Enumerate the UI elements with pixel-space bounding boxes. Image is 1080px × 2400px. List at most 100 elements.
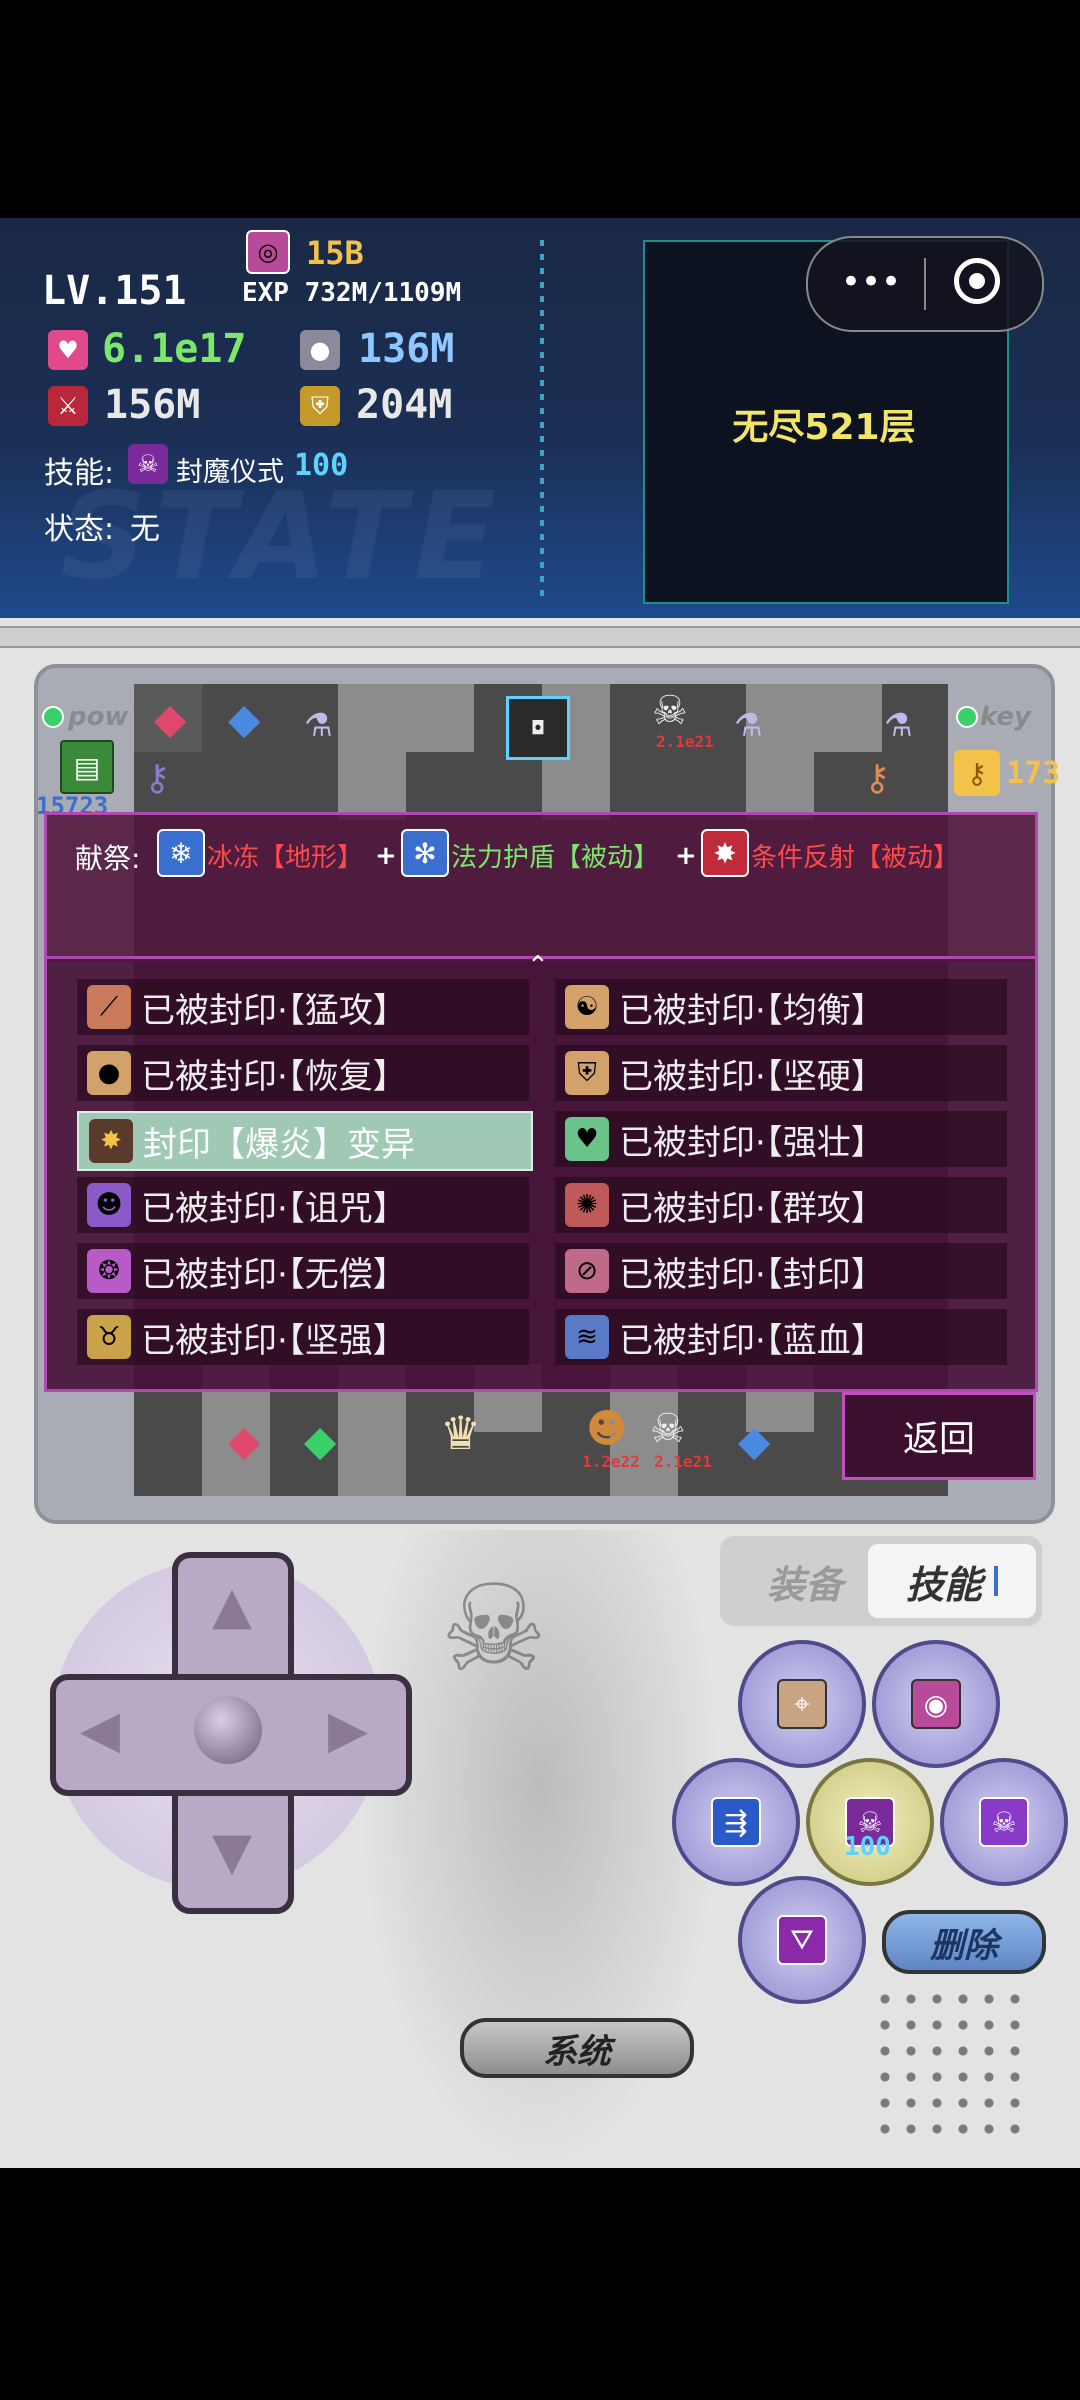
hero-sprite: ♛	[440, 1406, 482, 1460]
explosion-icon: ✸	[89, 1119, 133, 1163]
skeleton-icon: ☠	[652, 688, 688, 734]
delete-button[interactable]: 删除	[882, 1910, 1046, 1974]
arrow-left-icon[interactable]: ◀	[70, 1700, 130, 1760]
monster-damage-label: 2.1e21	[656, 732, 714, 751]
balance-icon: ☯	[565, 985, 609, 1029]
demon-icon: ☻	[87, 1183, 131, 1227]
skill-slot-label: 已被封印·【无偿】	[141, 1254, 407, 1295]
apple-icon: ●	[87, 1051, 131, 1095]
sword-icon: ⚔	[48, 386, 88, 426]
shield-stat-icon: ⛨	[300, 386, 340, 426]
skill-name: 封魔仪式	[176, 457, 284, 488]
tribute-panel: 献祭: ❄ 冰冻【地形】 + ✻ 法力护盾【被动】 + ✸ 条件反射【被动】	[44, 812, 1038, 962]
tab-equipment[interactable]: 装备	[740, 1546, 870, 1616]
run-icon: ⇶	[711, 1797, 761, 1847]
skill-value: 100	[294, 448, 349, 483]
green-gem-icon: ◆	[304, 1416, 337, 1465]
skill-slot[interactable]: ♥ 已被封印·【强壮】	[555, 1111, 1007, 1167]
skill-slot[interactable]: ⛨ 已被封印·【坚硬】	[555, 1045, 1007, 1101]
tribute-item-2: 法力护盾【被动】	[451, 843, 660, 873]
dpad-center	[194, 1696, 262, 1764]
red-gem-icon-2: ◆	[228, 1416, 261, 1465]
skill-slot[interactable]: ≋ 已被封印·【蓝血】	[555, 1309, 1007, 1365]
gem-icon: ◎	[246, 230, 290, 274]
stairs-icon: ◘	[506, 696, 570, 760]
skill-slot-label: 已被封印·【坚强】	[141, 1320, 407, 1361]
back-button[interactable]: 返回	[842, 1392, 1036, 1480]
arrow-right-icon[interactable]: ▶	[318, 1700, 378, 1760]
ward-skill-button[interactable]: ⛛	[738, 1876, 866, 2004]
potion-icon: ⚗	[304, 706, 333, 744]
skill-slot[interactable]: ❂ 已被封印·【无偿】	[77, 1243, 529, 1299]
rune-icon: ❂	[87, 1249, 131, 1293]
skill-slot[interactable]: ⊘ 已被封印·【封印】	[555, 1243, 1007, 1299]
key-label: key	[980, 702, 1031, 732]
blue-key-icon: ⚷	[144, 758, 171, 799]
skill-label: 技能:	[44, 456, 115, 491]
skill-slot[interactable]: ♉ 已被封印·【坚强】	[77, 1309, 529, 1365]
gem-count: 15B	[306, 234, 364, 272]
tab-skill-label: 技能	[905, 1562, 982, 1607]
beast-skill-button[interactable]: ☠	[940, 1758, 1068, 1886]
frame-rail	[0, 626, 1080, 648]
def-value: 204M	[356, 382, 453, 428]
mana-shield-icon: ✻	[401, 829, 449, 877]
skill-slot-selected[interactable]: ✸ 封印【爆炎】变异	[77, 1111, 533, 1171]
level: LV.151	[42, 268, 187, 314]
capsule-divider	[924, 258, 926, 310]
arrow-down-icon[interactable]: ▼	[202, 1822, 262, 1882]
detect-skill-button[interactable]: ⌖	[738, 1640, 866, 1768]
yellow-key-count: 173	[1006, 756, 1061, 791]
skill-slot-label: 封印【爆炎】变异	[143, 1124, 415, 1165]
close-icon[interactable]	[954, 258, 1000, 304]
plus-sign-2: +	[675, 841, 697, 871]
arrow-up-icon[interactable]: ▲	[202, 1576, 262, 1636]
demon-seal-icon: ☠	[128, 444, 168, 484]
horns-icon: ♉	[87, 1315, 131, 1359]
skill-slot-label: 已被封印·【蓝血】	[619, 1320, 885, 1361]
wave-icon: ≋	[565, 1315, 609, 1359]
skill-slot-label: 已被封印·【诅咒】	[141, 1188, 407, 1229]
skeleton-icon-2: ☠	[650, 1406, 686, 1452]
skill-slot[interactable]: ☻ 已被封印·【诅咒】	[77, 1177, 529, 1233]
tribute-item-1: 冰冻【地形】	[207, 843, 364, 873]
eye-skill-button[interactable]: ◉	[872, 1640, 1000, 1768]
run-skill-button[interactable]: ⇶	[672, 1758, 800, 1886]
divider	[540, 240, 544, 600]
beast-icon: ☠	[979, 1797, 1029, 1847]
tab-skill[interactable]: 技能	[868, 1544, 1036, 1618]
snowflake-icon: ❄	[157, 829, 205, 877]
shield-icon: ⛨	[565, 1051, 609, 1095]
claw-icon: ⟋	[87, 985, 131, 1029]
endless-floor: 无尽521层	[732, 407, 916, 448]
forbid-icon: ⊘	[565, 1249, 609, 1293]
tab-active-marker	[994, 1566, 998, 1596]
tribute-label: 献祭:	[75, 842, 141, 875]
book-icon[interactable]: ▤	[60, 740, 114, 794]
atk-value: 156M	[104, 382, 201, 428]
yellow-key-icon: ⚷	[954, 750, 1000, 796]
skill-slot[interactable]: ● 已被封印·【恢复】	[77, 1045, 529, 1101]
more-icon[interactable]: •••	[836, 260, 906, 304]
skill-slot-label: 已被封印·【强壮】	[619, 1122, 885, 1163]
heart-icon: ♥	[48, 330, 88, 370]
mummy-icon: ☻	[586, 1406, 628, 1452]
collapse-arrow-icon[interactable]: ⌃	[527, 951, 549, 981]
seal-skill-button[interactable]: ☠ 100	[806, 1758, 934, 1886]
skill-slot[interactable]: ☯ 已被封印·【均衡】	[555, 979, 1007, 1035]
plus-sign: +	[375, 841, 397, 871]
skill-slot-label: 已被封印·【均衡】	[619, 990, 885, 1031]
skill-slot-label: 已被封印·【恢复】	[141, 1056, 407, 1097]
potion-icon-3: ⚗	[884, 706, 913, 744]
skill-slot-label: 已被封印·【猛攻】	[141, 990, 407, 1031]
red-gem-icon: ◆	[154, 694, 187, 743]
blue-gem-icon-2: ◆	[738, 1416, 771, 1465]
exp: EXP 732M/1109M	[242, 278, 462, 308]
skill-slot[interactable]: ✺ 已被封印·【群攻】	[555, 1177, 1007, 1233]
system-button[interactable]: 系统	[460, 2018, 694, 2078]
seal-skill-value: 100	[844, 1832, 891, 1862]
skill-slot[interactable]: ⟋ 已被封印·【猛攻】	[77, 979, 529, 1035]
state-label: 状态:	[44, 512, 115, 547]
skill-slot-label: 已被封印·【坚硬】	[619, 1056, 885, 1097]
skull-mask-icon: ☠	[440, 1560, 548, 1699]
